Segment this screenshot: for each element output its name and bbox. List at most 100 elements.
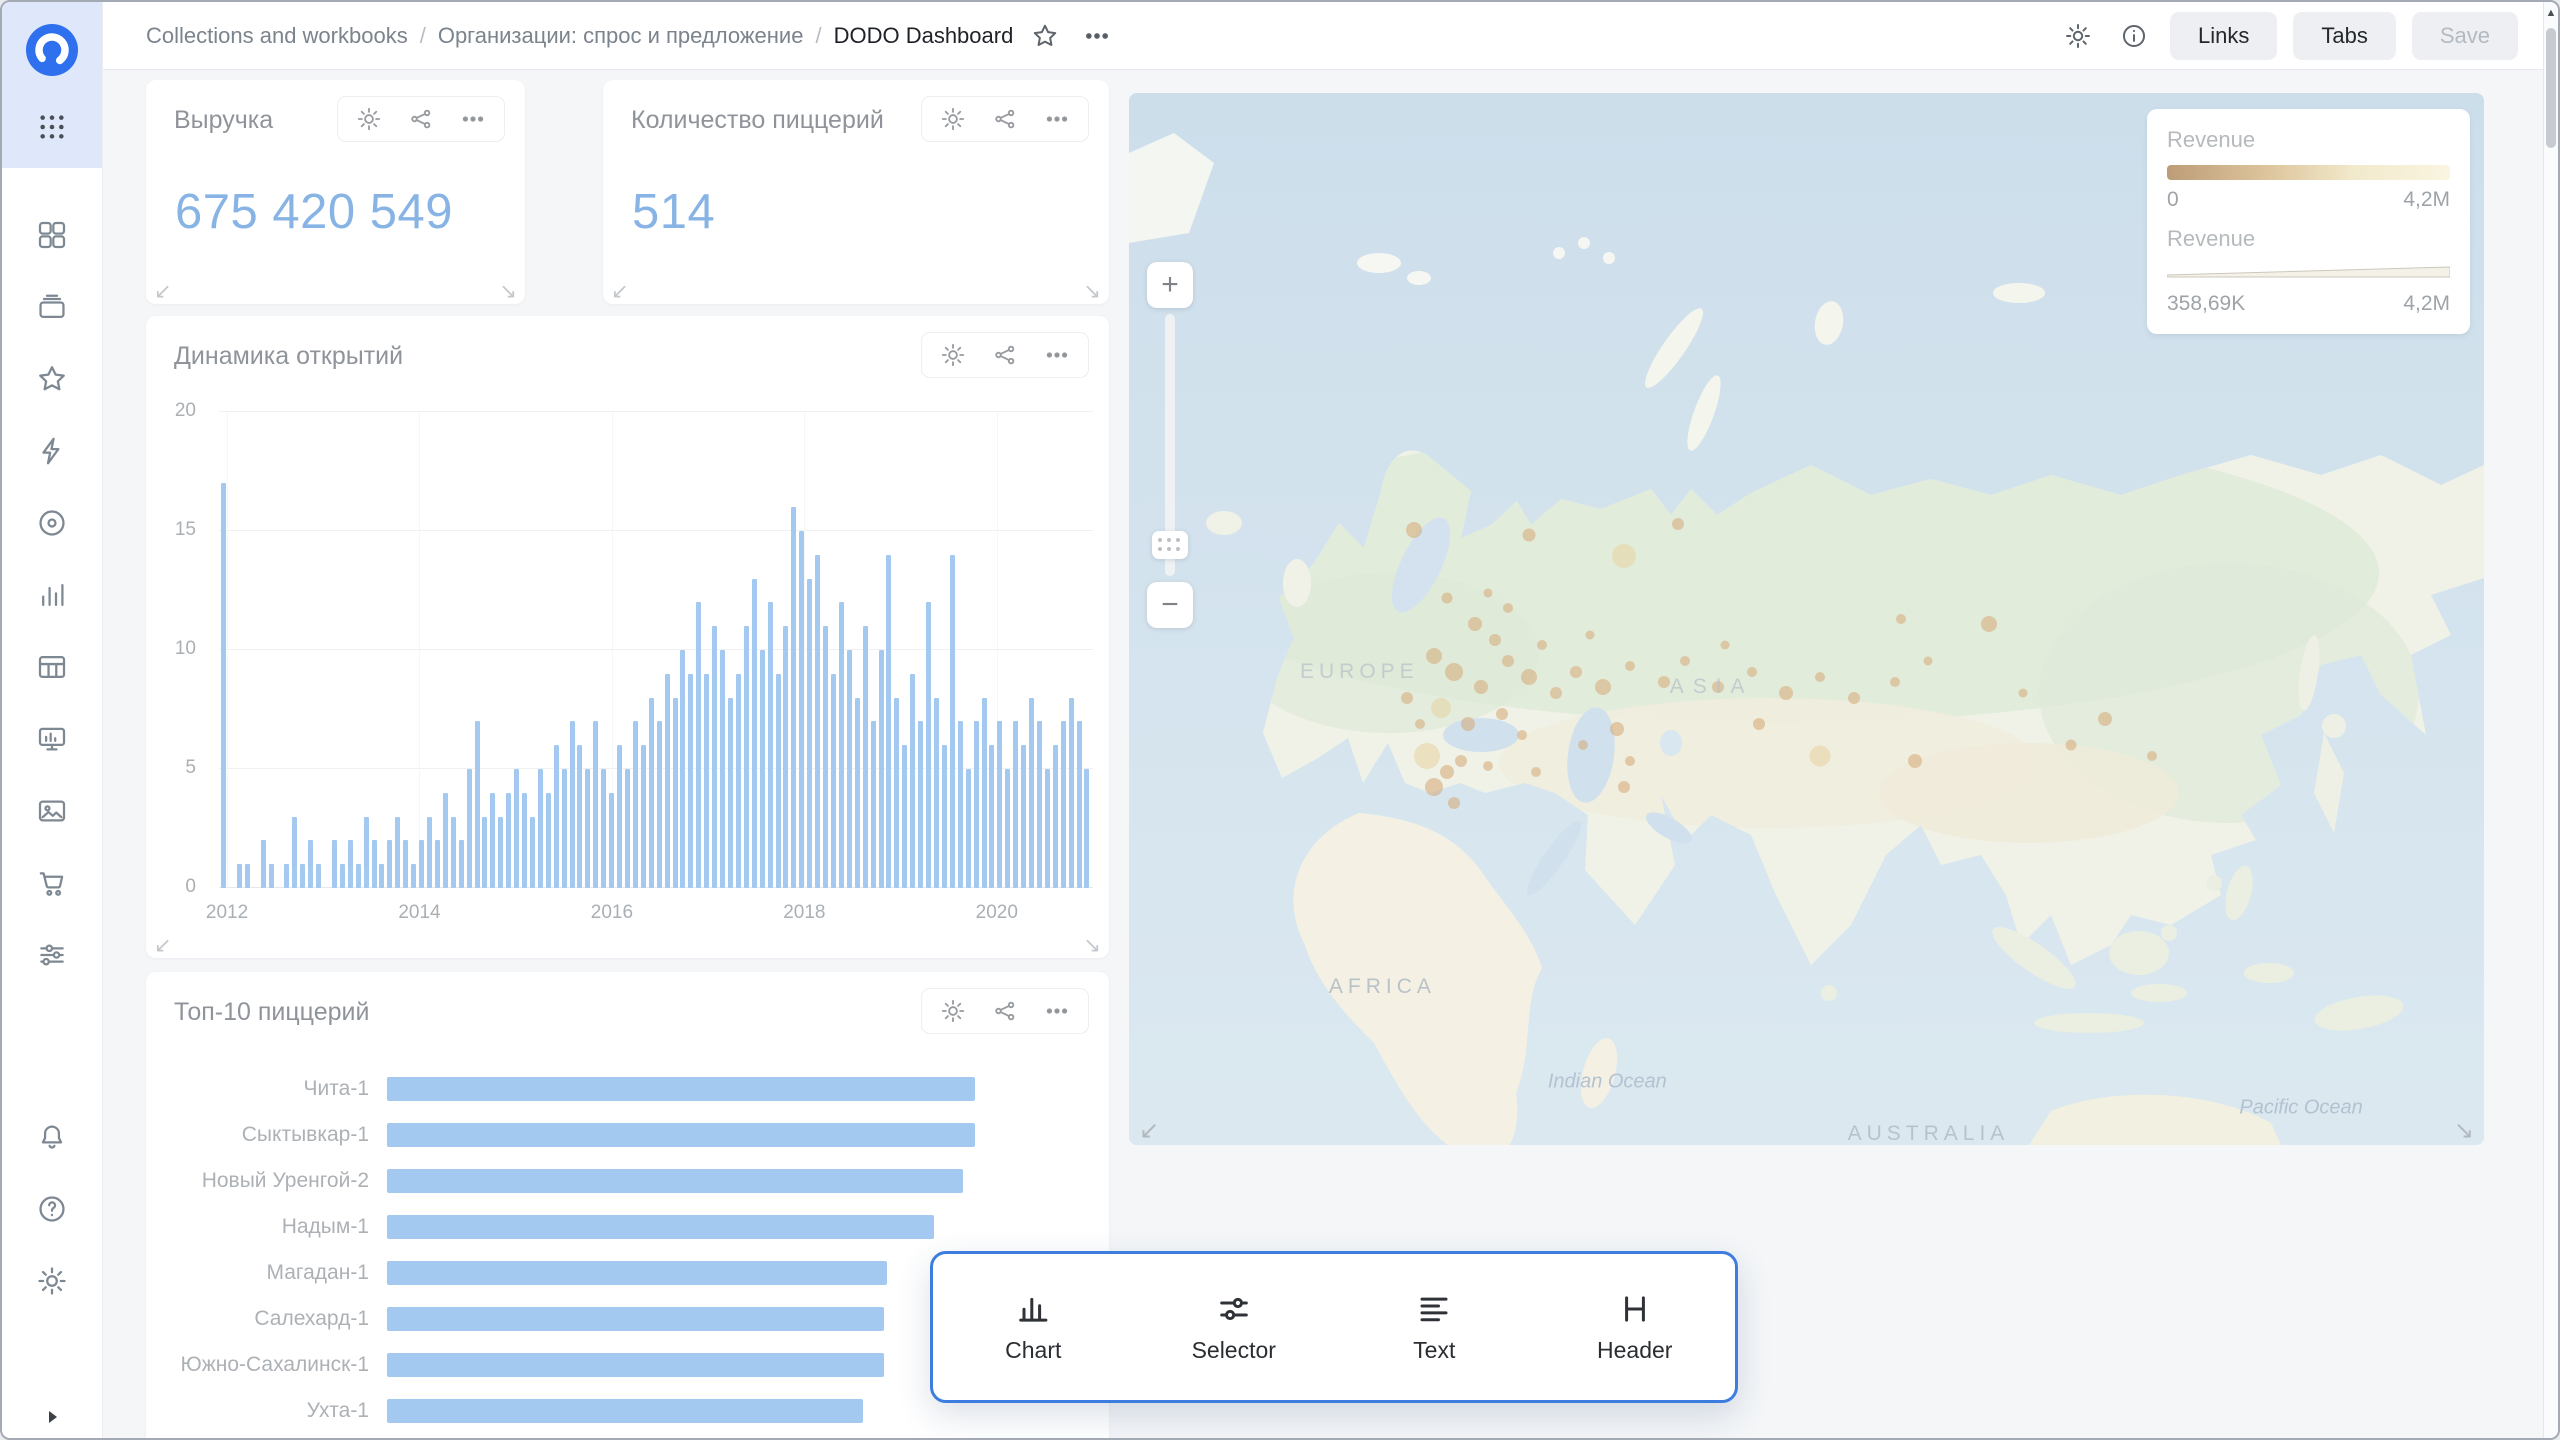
resize-handle-se[interactable]: ↘ xyxy=(499,281,517,302)
add-chart-button[interactable]: Chart xyxy=(933,1254,1134,1400)
bar xyxy=(332,840,337,888)
breadcrumb-workbook[interactable]: Организации: спрос и предложение xyxy=(438,23,804,49)
bar xyxy=(562,769,567,888)
resize-handle-se[interactable]: ↘ xyxy=(2454,1119,2474,1143)
widget-count-kpi[interactable]: Количество пиццерий 514 ↙ ↘ xyxy=(603,80,1109,304)
widget-revenue-kpi[interactable]: Выручка 675 420 549 ↙ ↘ xyxy=(146,80,525,304)
add-selector-button[interactable]: Selector xyxy=(1134,1254,1335,1400)
resize-handle-sw[interactable]: ↙ xyxy=(154,935,172,956)
help-icon[interactable] xyxy=(36,1193,68,1225)
widget-title: Топ-10 пиццерий xyxy=(174,988,369,1027)
more-actions-icon[interactable] xyxy=(1077,16,1117,56)
revenue-value: 675 420 549 xyxy=(175,184,453,240)
add-selector-label: Selector xyxy=(1192,1337,1276,1364)
resize-handle-se[interactable]: ↘ xyxy=(1083,281,1101,302)
widget-settings-gear-icon[interactable] xyxy=(356,106,382,132)
x-tick-label: 2016 xyxy=(591,902,633,924)
tabs-button[interactable]: Tabs xyxy=(2293,12,2395,60)
sidebar-item-services[interactable] xyxy=(36,939,68,971)
sidebar-item-tables[interactable] xyxy=(36,651,68,683)
scrollbar[interactable]: ▲ xyxy=(2543,2,2558,1438)
zoom-out-button[interactable]: − xyxy=(1147,582,1193,628)
zoom-in-button[interactable]: + xyxy=(1147,262,1193,308)
widget-more-icon[interactable] xyxy=(460,106,486,132)
map-point xyxy=(1810,745,1831,766)
links-button[interactable]: Links xyxy=(2170,12,2277,60)
sidebar-item-media[interactable] xyxy=(36,795,68,827)
sidebar-item-records[interactable] xyxy=(36,507,68,539)
widget-settings-gear-icon[interactable] xyxy=(940,998,966,1024)
settings-gear-icon[interactable] xyxy=(36,1265,68,1297)
widget-more-icon[interactable] xyxy=(1044,342,1070,368)
bar xyxy=(831,674,836,888)
bar xyxy=(950,555,955,888)
map-point xyxy=(1496,708,1508,720)
scrollbar-thumb[interactable] xyxy=(2546,28,2556,148)
add-header-button[interactable]: Header xyxy=(1535,1254,1736,1400)
map-point xyxy=(1537,640,1547,650)
map-point xyxy=(1618,781,1630,793)
y-tick-label: 15 xyxy=(175,519,196,541)
category-label: Южно-Сахалинск-1 xyxy=(146,1353,387,1377)
sidebar-item-collections[interactable] xyxy=(36,291,68,323)
resize-handle-se[interactable]: ↘ xyxy=(1083,935,1101,956)
bar xyxy=(958,721,963,888)
save-button[interactable]: Save xyxy=(2412,12,2518,60)
sidebar-item-marketplace[interactable] xyxy=(36,867,68,899)
bar xyxy=(364,817,369,888)
sidebar-collapse-button[interactable] xyxy=(2,1405,102,1429)
map-point xyxy=(1815,672,1825,682)
openings-bar-chart xyxy=(219,412,1093,888)
bar xyxy=(1061,721,1066,888)
map-point xyxy=(1445,663,1463,681)
notifications-bell-icon[interactable] xyxy=(36,1121,68,1153)
zoom-slider-handle[interactable] xyxy=(1152,531,1188,559)
dashboard-settings-gear-icon[interactable] xyxy=(2058,16,2098,56)
add-text-button[interactable]: Text xyxy=(1334,1254,1535,1400)
widget-map[interactable]: AFRICA EUROPE ASIA AUSTRALIA Indian Ocea… xyxy=(1129,93,2484,1145)
resize-handle-sw[interactable]: ↙ xyxy=(1139,1119,1159,1143)
widget-more-icon[interactable] xyxy=(1044,106,1070,132)
apps-grid-icon[interactable] xyxy=(36,111,68,143)
widget-settings-gear-icon[interactable] xyxy=(940,106,966,132)
bar xyxy=(863,626,868,888)
widget-relations-icon[interactable] xyxy=(992,998,1018,1024)
widget-relations-icon[interactable] xyxy=(992,342,1018,368)
widget-openings-chart[interactable]: Динамика открытий 05101520 2012201420162… xyxy=(146,316,1109,958)
breadcrumb: Collections and workbooks / Организации:… xyxy=(146,16,1117,56)
scroll-up-icon[interactable]: ▲ xyxy=(2544,7,2558,19)
breadcrumb-separator: / xyxy=(420,23,426,49)
bar xyxy=(617,745,622,888)
map-point xyxy=(1503,603,1513,613)
map-point xyxy=(1517,730,1527,740)
widget-relations-icon[interactable] xyxy=(408,106,434,132)
bar xyxy=(989,745,994,888)
resize-handle-sw[interactable]: ↙ xyxy=(154,281,172,302)
bar xyxy=(498,817,503,888)
bar xyxy=(815,555,820,888)
widget-relations-icon[interactable] xyxy=(992,106,1018,132)
breadcrumb-collections[interactable]: Collections and workbooks xyxy=(146,23,408,49)
resize-handle-sw[interactable]: ↙ xyxy=(611,281,629,302)
sidebar-header xyxy=(2,2,102,168)
y-tick-label: 5 xyxy=(185,757,196,779)
sidebar-item-quick-actions[interactable] xyxy=(36,435,68,467)
x-tick-label: 2018 xyxy=(783,902,825,924)
favorite-star-icon[interactable] xyxy=(1025,16,1065,56)
bar xyxy=(641,745,646,888)
sidebar-bottom xyxy=(2,1121,102,1297)
sidebar-item-editor[interactable] xyxy=(36,723,68,755)
sidebar-item-dashboards[interactable] xyxy=(36,219,68,251)
zoom-slider-track[interactable] xyxy=(1165,314,1175,576)
selector-icon xyxy=(1216,1291,1252,1327)
bar xyxy=(403,840,408,888)
bar xyxy=(570,721,575,888)
legend-color-gradient xyxy=(2167,165,2450,180)
widget-settings-gear-icon[interactable] xyxy=(940,342,966,368)
app-logo[interactable] xyxy=(24,22,80,83)
sidebar-item-favorites[interactable] xyxy=(36,363,68,395)
sidebar-item-charts[interactable] xyxy=(36,579,68,611)
widget-more-icon[interactable] xyxy=(1044,998,1070,1024)
bar xyxy=(387,1215,934,1239)
info-icon[interactable] xyxy=(2114,16,2154,56)
